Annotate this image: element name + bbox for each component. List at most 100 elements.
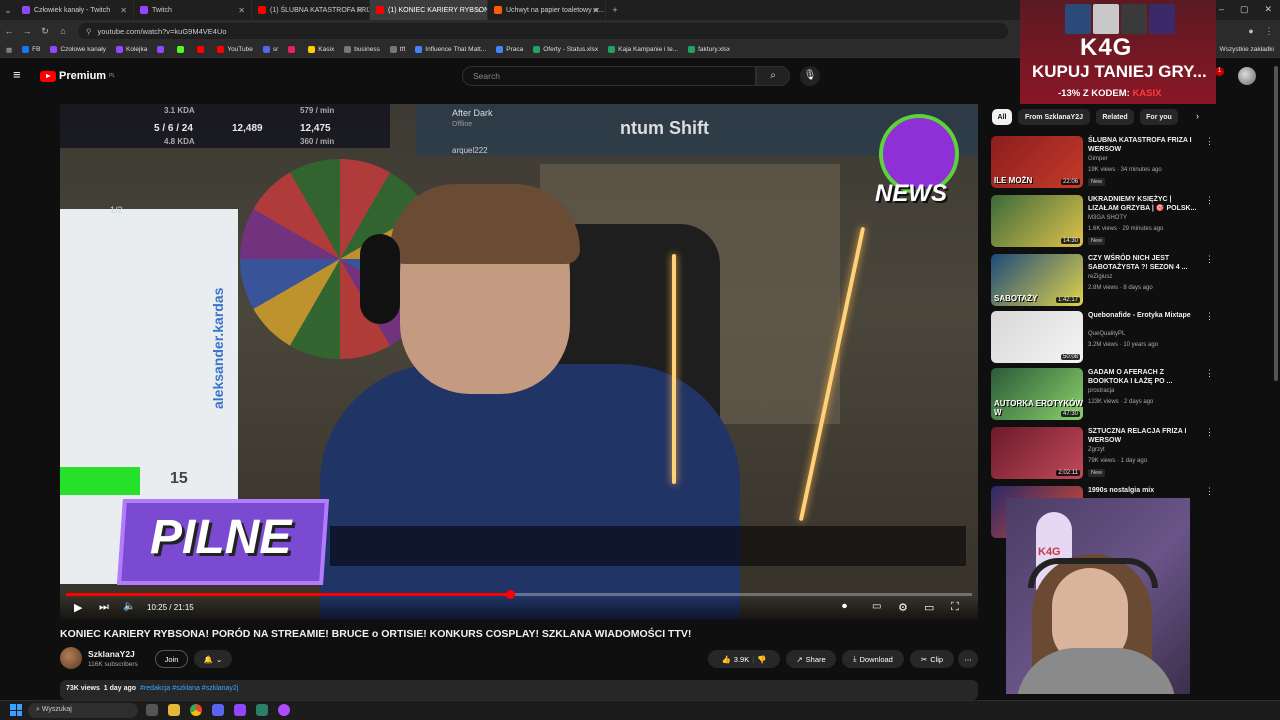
- rec-title[interactable]: SZTUCZNA RELACJA FRIZA I WERSOW: [1088, 427, 1200, 445]
- clip-button[interactable]: ✂ Clip: [910, 650, 954, 668]
- search-input[interactable]: Search: [462, 66, 756, 86]
- browser-tab[interactable]: (1) KONIEC KARIERY RYBSONA...✕: [370, 0, 488, 20]
- youtube-logo[interactable]: Premium PL: [40, 70, 115, 82]
- browser-tab[interactable]: Twitch ✕: [134, 0, 252, 20]
- reload-icon[interactable]: ↻: [36, 26, 54, 37]
- rec-title[interactable]: ŚLUBNA KATASTROFA FRIZA I WERSOW: [1088, 136, 1200, 154]
- address-bar[interactable]: ⚲ youtube.com/watch?v=kuG9M4VE4Uo: [78, 23, 1008, 39]
- forward-icon[interactable]: →: [18, 26, 36, 36]
- back-icon[interactable]: ←: [0, 26, 18, 36]
- bookmark-item[interactable]: business: [344, 46, 380, 53]
- fullscreen-icon[interactable]: ⛶: [951, 601, 959, 614]
- profile-icon[interactable]: ●: [1242, 26, 1260, 36]
- chevron-right-icon[interactable]: ›: [1196, 111, 1199, 121]
- windows-start-icon[interactable]: [10, 704, 22, 716]
- close-tab-icon[interactable]: ✕: [120, 6, 127, 15]
- video-thumbnail[interactable]: AUTORKA EROTYKÓW W 47:30: [991, 368, 1083, 420]
- play-icon[interactable]: ▶: [74, 601, 82, 614]
- more-options-icon[interactable]: ⋮: [1205, 486, 1214, 497]
- browser-tab[interactable]: Uchwyt na papier toaletowy w... ✕: [488, 0, 606, 20]
- browser-tab[interactable]: Człowiek kanały - Twitch ✕: [16, 0, 134, 20]
- bookmark-item[interactable]: Czołowe kanały: [50, 46, 106, 53]
- bookmark-item[interactable]: sr: [262, 46, 278, 53]
- video-thumbnail[interactable]: 14:30: [991, 195, 1083, 247]
- discord-icon[interactable]: [212, 704, 224, 716]
- channel-avatar[interactable]: [60, 647, 82, 669]
- recommendation-item[interactable]: 2:02:11 SZTUCZNA RELACJA FRIZA I WERSOW Zg…: [991, 427, 1216, 479]
- taskbar-search[interactable]: ⌕ Wyszukaj: [28, 703, 138, 718]
- close-tab-icon[interactable]: ✕: [474, 6, 481, 15]
- maximize-icon[interactable]: ▢: [1240, 4, 1249, 15]
- more-options-icon[interactable]: ⋮: [1205, 368, 1214, 379]
- rec-channel[interactable]: reZigiusz: [1088, 274, 1112, 280]
- rec-title[interactable]: 1990s nostalgia mix: [1088, 486, 1200, 495]
- chip-all[interactable]: All: [992, 109, 1012, 125]
- more-options-icon[interactable]: ⋮: [1205, 311, 1214, 322]
- more-options-icon[interactable]: ⋮: [1205, 195, 1214, 206]
- twitch-icon[interactable]: [234, 704, 246, 716]
- bookmark-item[interactable]: faktury.xlsx: [688, 46, 730, 53]
- bookmark-item[interactable]: tft: [389, 46, 405, 53]
- bookmark-item[interactable]: Oferty - Status.xlsx: [533, 46, 598, 53]
- bookmark-item[interactable]: [288, 46, 298, 53]
- chip-related[interactable]: Related: [1096, 109, 1134, 125]
- rec-channel[interactable]: QueQualityPL: [1088, 331, 1125, 337]
- notification-badge[interactable]: 1: [1215, 67, 1224, 76]
- volume-icon[interactable]: 🔈: [123, 601, 135, 612]
- minimize-icon[interactable]: –: [1219, 4, 1224, 15]
- menu-icon[interactable]: ⋮: [1260, 26, 1278, 37]
- search-button[interactable]: ⌕: [756, 66, 790, 86]
- hamburger-menu-icon[interactable]: ≡: [13, 67, 21, 82]
- more-options-icon[interactable]: ⋮: [1205, 254, 1214, 265]
- next-icon[interactable]: ⏭: [99, 601, 109, 614]
- bookmark-item[interactable]: Kasix: [308, 46, 334, 53]
- all-bookmarks[interactable]: ▭ Wszystkie zakładki: [1210, 46, 1274, 54]
- close-tab-icon[interactable]: ✕: [356, 6, 363, 15]
- bookmark-item[interactable]: Kaja Kampanie i te...: [608, 46, 678, 53]
- bookmark-item[interactable]: YouTube: [217, 46, 253, 53]
- thumbs-down-icon[interactable]: 👎: [757, 655, 766, 664]
- more-options-icon[interactable]: ⋮: [1205, 136, 1214, 147]
- settings-icon[interactable]: ⚙: [898, 601, 908, 614]
- bookmark-item[interactable]: [177, 46, 187, 53]
- task-view-icon[interactable]: [146, 704, 158, 716]
- rec-title[interactable]: UKRADNIEMY KSIĘŻYC | LIZAŁAM GRZYBA | 🎯 …: [1088, 195, 1200, 213]
- download-button[interactable]: ⤓ Download: [842, 650, 904, 668]
- share-button[interactable]: ↗ Share: [786, 650, 836, 668]
- voice-search-button[interactable]: 🎙: [800, 66, 820, 86]
- video-thumbnail[interactable]: SABOTAŻY 1:42:17: [991, 254, 1083, 306]
- chrome-icon[interactable]: [190, 704, 202, 716]
- account-avatar[interactable]: [1238, 67, 1256, 85]
- bookmark-item[interactable]: [157, 46, 167, 53]
- tab-list-icon[interactable]: ⌄: [0, 5, 16, 16]
- video-thumbnail[interactable]: 50:08: [991, 311, 1083, 363]
- subtitles-icon[interactable]: ▭: [872, 601, 881, 612]
- new-tab-icon[interactable]: +: [606, 5, 624, 15]
- bookmark-item[interactable]: Praca: [496, 46, 523, 53]
- channel-name[interactable]: SzklanaY2J: [88, 649, 135, 659]
- progress-scrubber[interactable]: [505, 590, 515, 599]
- recommendation-item[interactable]: SABOTAŻY 1:42:17 CZY WŚRÓD NICH JEST SABOT…: [991, 254, 1216, 306]
- recommendation-item[interactable]: ILE MOŻN 22:06 ŚLUBNA KATASTROFA FRIZA I W…: [991, 136, 1216, 188]
- messenger-icon[interactable]: [278, 704, 290, 716]
- video-player[interactable]: aleksander.kardas 1/2 15 3.1 KDA 5 / 6 /…: [60, 104, 978, 620]
- app-icon[interactable]: [256, 704, 268, 716]
- autoplay-toggle-icon[interactable]: ⏺: [842, 601, 847, 612]
- close-window-icon[interactable]: ✕: [1264, 4, 1272, 15]
- more-options-icon[interactable]: ⋮: [1205, 427, 1214, 438]
- rec-title[interactable]: Quebonafide - Erotyka Mixtape: [1088, 311, 1200, 320]
- sidebar-scrollbar[interactable]: [1274, 66, 1278, 381]
- rec-channel[interactable]: Gimper: [1088, 156, 1108, 162]
- more-actions-button[interactable]: ⋯: [958, 650, 978, 668]
- chip-for-you[interactable]: For you: [1140, 109, 1178, 125]
- chip-from-channel[interactable]: From SzklanaY2J: [1018, 109, 1090, 125]
- close-tab-icon[interactable]: ✕: [238, 6, 245, 15]
- video-thumbnail[interactable]: 2:02:11: [991, 427, 1083, 479]
- join-button[interactable]: Join: [155, 650, 188, 668]
- description-box[interactable]: 73K views 1 day ago #redakcja #szklana #…: [60, 680, 978, 700]
- bookmark-item[interactable]: [197, 46, 207, 53]
- recommendation-item[interactable]: 14:30 UKRADNIEMY KSIĘŻYC | LIZAŁAM GRZYBA…: [991, 195, 1216, 247]
- rec-channel[interactable]: prostracja: [1088, 388, 1114, 394]
- notifications-button[interactable]: 🔔 ⌄: [194, 650, 232, 668]
- rec-title[interactable]: CZY WŚRÓD NICH JEST SABOTAŻYSTA ?! SEZON…: [1088, 254, 1200, 272]
